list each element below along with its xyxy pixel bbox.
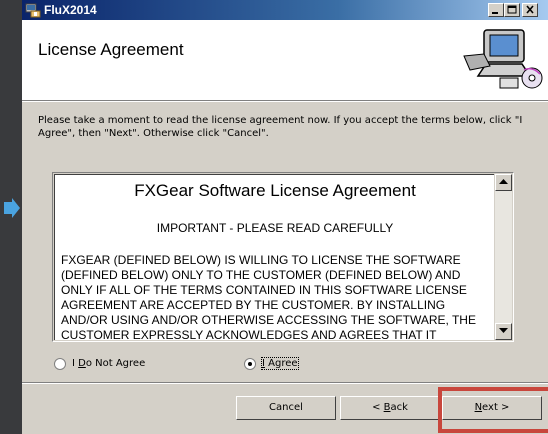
license-scrollbar[interactable] xyxy=(495,174,512,340)
minimize-button[interactable] xyxy=(488,3,504,17)
license-content: FXGear Software License Agreement IMPORT… xyxy=(54,174,494,340)
radio-selected-dot xyxy=(248,362,252,366)
i-do-not-agree-radio[interactable]: I Do Not Agree xyxy=(54,356,174,372)
computer-install-graphic xyxy=(463,29,543,89)
scroll-up-icon xyxy=(499,179,508,184)
maximize-icon xyxy=(507,5,517,14)
window-title: FluX2014 xyxy=(44,3,97,17)
close-icon xyxy=(526,5,534,14)
scroll-up-button[interactable] xyxy=(495,174,512,191)
background-edge xyxy=(0,0,22,434)
setup-app-icon xyxy=(25,3,41,18)
installer-window: FluX2014 License Agreement Please take a… xyxy=(22,0,548,434)
scroll-down-button[interactable] xyxy=(495,323,512,340)
minimize-icon xyxy=(492,12,498,14)
radio-button-circle-selected xyxy=(244,358,256,370)
radio-button-circle xyxy=(54,358,66,370)
header-divider xyxy=(22,100,548,102)
title-bar[interactable]: FluX2014 xyxy=(22,0,548,20)
license-subheading: IMPORTANT - PLEASE READ CAREFULLY xyxy=(156,221,394,235)
maximize-button[interactable] xyxy=(504,3,520,17)
i-agree-label: I Agree xyxy=(261,357,299,370)
scroll-down-icon xyxy=(499,328,508,333)
license-body: FXGEAR (DEFINED BELOW) IS WILLING TO LIC… xyxy=(61,253,476,340)
back-button[interactable]: < Back xyxy=(340,396,440,420)
i-agree-radio[interactable]: I Agree xyxy=(244,356,324,372)
license-heading: FXGear Software License Agreement xyxy=(134,181,416,200)
cancel-button[interactable]: Cancel xyxy=(236,396,336,420)
next-button-highlight xyxy=(438,387,548,433)
footer-divider xyxy=(22,382,548,384)
wizard-header: License Agreement xyxy=(22,20,548,100)
instruction-text: Please take a moment to read the license… xyxy=(38,115,523,139)
i-do-not-agree-label: I Do Not Agree xyxy=(72,358,146,369)
close-button[interactable] xyxy=(522,3,538,17)
license-text-box[interactable]: FXGear Software License Agreement IMPORT… xyxy=(52,172,514,342)
page-title: License Agreement xyxy=(38,40,184,59)
blue-arrow-icon xyxy=(4,198,20,218)
